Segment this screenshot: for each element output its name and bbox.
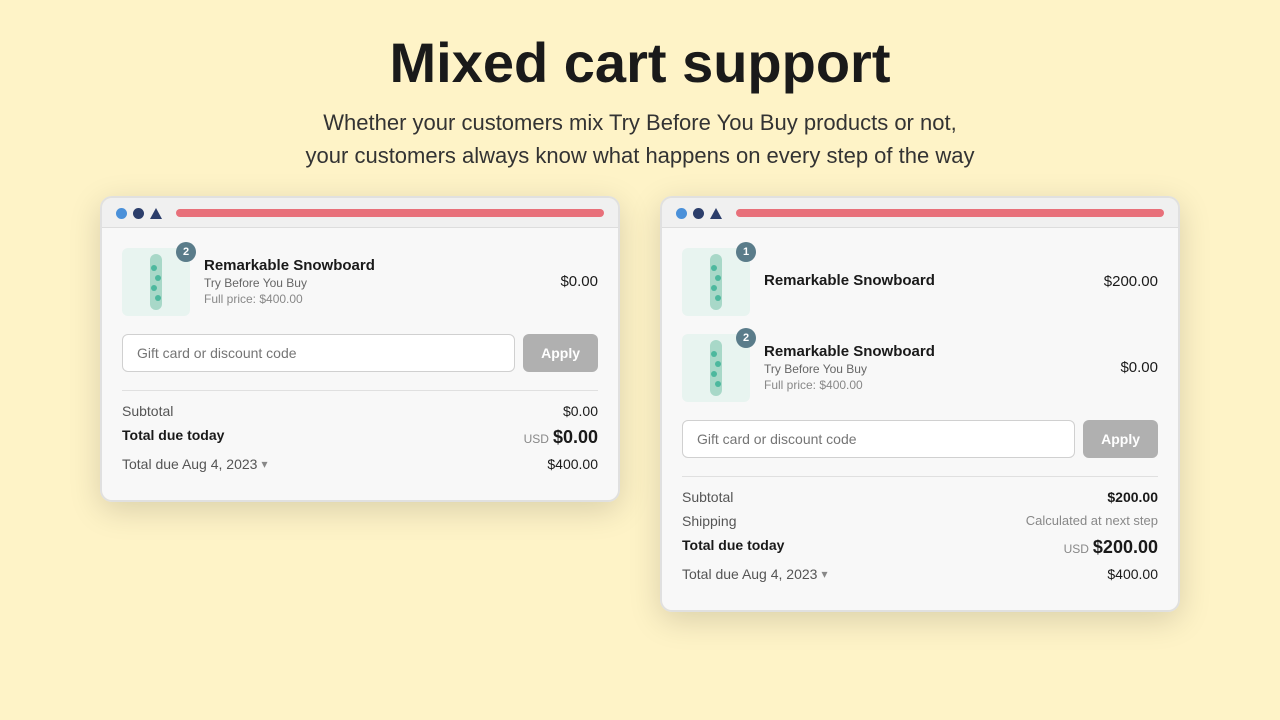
item-badge-right-2: 2 — [736, 328, 756, 348]
subtotal-label-right: Subtotal — [682, 489, 733, 505]
usd-label-left: USD — [524, 432, 549, 446]
item-badge-right-1: 1 — [736, 242, 756, 262]
url-bar-left — [176, 209, 604, 217]
item-badge-left-1: 2 — [176, 242, 196, 262]
total-label-left: Total due today — [122, 427, 224, 448]
subtotal-value-right: $200.00 — [1107, 489, 1158, 505]
item-fullprice-left-1: Full price: $400.00 — [204, 292, 546, 306]
cart-right-content: 1 Remarkable Snowboard $200.00 — [662, 228, 1178, 610]
shipping-value-right: Calculated at next step — [1026, 513, 1158, 529]
chevron-down-icon-left[interactable]: ▾ — [261, 457, 267, 471]
cart-left-window: 2 Remarkable Snowboard Try Before You B — [100, 196, 620, 502]
page-header: Mixed cart support Whether your customer… — [286, 0, 995, 196]
discount-input-right[interactable] — [682, 420, 1075, 458]
page-subtitle: Whether your customers mix Try Before Yo… — [306, 106, 975, 172]
total-value-left: USD$0.00 — [524, 427, 598, 448]
future-due-label-left: Total due Aug 4, 2023 ▾ — [122, 456, 267, 472]
item-name-right-1: Remarkable Snowboard — [764, 272, 1090, 289]
item-image-wrap-left-1: 2 — [122, 248, 190, 316]
cart-item-right-2: 2 Remarkable Snowboard Try Before You B — [682, 334, 1158, 402]
future-due-row-left: Total due Aug 4, 2023 ▾ $400.00 — [122, 456, 598, 472]
chevron-down-icon-right[interactable]: ▾ — [821, 567, 827, 581]
discount-row-right: Apply — [682, 420, 1158, 458]
apply-button-right[interactable]: Apply — [1083, 420, 1158, 458]
discount-row-left: Apply — [122, 334, 598, 372]
subtotal-value-left: $0.00 — [563, 403, 598, 419]
item-fullprice-right-2: Full price: $400.00 — [764, 378, 1106, 392]
snowboard-icon-right-1 — [696, 252, 736, 312]
future-due-value-right: $400.00 — [1107, 566, 1158, 582]
cart-item-right-1: 1 Remarkable Snowboard $200.00 — [682, 248, 1158, 316]
dot-blue-right — [676, 208, 687, 219]
future-due-row-right: Total due Aug 4, 2023 ▾ $400.00 — [682, 566, 1158, 582]
cart-left-content: 2 Remarkable Snowboard Try Before You B — [102, 228, 618, 500]
apply-button-left[interactable]: Apply — [523, 334, 598, 372]
totals-left: Subtotal $0.00 Total due today USD$0.00 … — [122, 390, 598, 472]
discount-input-left[interactable] — [122, 334, 515, 372]
item-price-right-2: $0.00 — [1120, 359, 1158, 376]
item-tag-left-1: Try Before You Buy — [204, 276, 546, 290]
item-price-left-1: $0.00 — [560, 273, 598, 290]
subtotal-row-right: Subtotal $200.00 — [682, 489, 1158, 505]
dot-navy-right — [693, 208, 704, 219]
dot-triangle-left — [150, 208, 162, 219]
item-details-left-1: Remarkable Snowboard Try Before You Buy … — [204, 257, 546, 306]
url-bar-right — [736, 209, 1164, 217]
item-name-right-2: Remarkable Snowboard — [764, 343, 1106, 360]
item-details-right-2: Remarkable Snowboard Try Before You Buy … — [764, 343, 1106, 392]
subtotal-row-left: Subtotal $0.00 — [122, 403, 598, 419]
browser-titlebar-left — [102, 198, 618, 228]
dot-triangle-right — [710, 208, 722, 219]
future-due-label-right: Total due Aug 4, 2023 ▾ — [682, 566, 827, 582]
item-image-wrap-right-2: 2 — [682, 334, 750, 402]
totals-right: Subtotal $200.00 Shipping Calculated at … — [682, 476, 1158, 582]
total-label-right: Total due today — [682, 537, 784, 558]
snowboard-icon-right-2 — [696, 338, 736, 398]
usd-label-right: USD — [1064, 542, 1089, 556]
page-title: Mixed cart support — [306, 32, 975, 94]
mockups-container: 2 Remarkable Snowboard Try Before You B — [60, 196, 1220, 612]
item-price-right-1: $200.00 — [1104, 273, 1158, 290]
dot-navy-left — [133, 208, 144, 219]
total-row-left: Total due today USD$0.00 — [122, 427, 598, 448]
shipping-row-right: Shipping Calculated at next step — [682, 513, 1158, 529]
shipping-label-right: Shipping — [682, 513, 737, 529]
dot-blue-left — [116, 208, 127, 219]
item-details-right-1: Remarkable Snowboard — [764, 272, 1090, 291]
snowboard-icon-left-1 — [136, 252, 176, 312]
browser-titlebar-right — [662, 198, 1178, 228]
cart-item-left-1: 2 Remarkable Snowboard Try Before You B — [122, 248, 598, 316]
total-value-right: USD$200.00 — [1064, 537, 1158, 558]
future-due-value-left: $400.00 — [547, 456, 598, 472]
item-image-wrap-right-1: 1 — [682, 248, 750, 316]
subtotal-label-left: Subtotal — [122, 403, 173, 419]
total-row-right: Total due today USD$200.00 — [682, 537, 1158, 558]
item-name-left-1: Remarkable Snowboard — [204, 257, 546, 274]
item-tag-right-2: Try Before You Buy — [764, 362, 1106, 376]
cart-right-window: 1 Remarkable Snowboard $200.00 — [660, 196, 1180, 612]
